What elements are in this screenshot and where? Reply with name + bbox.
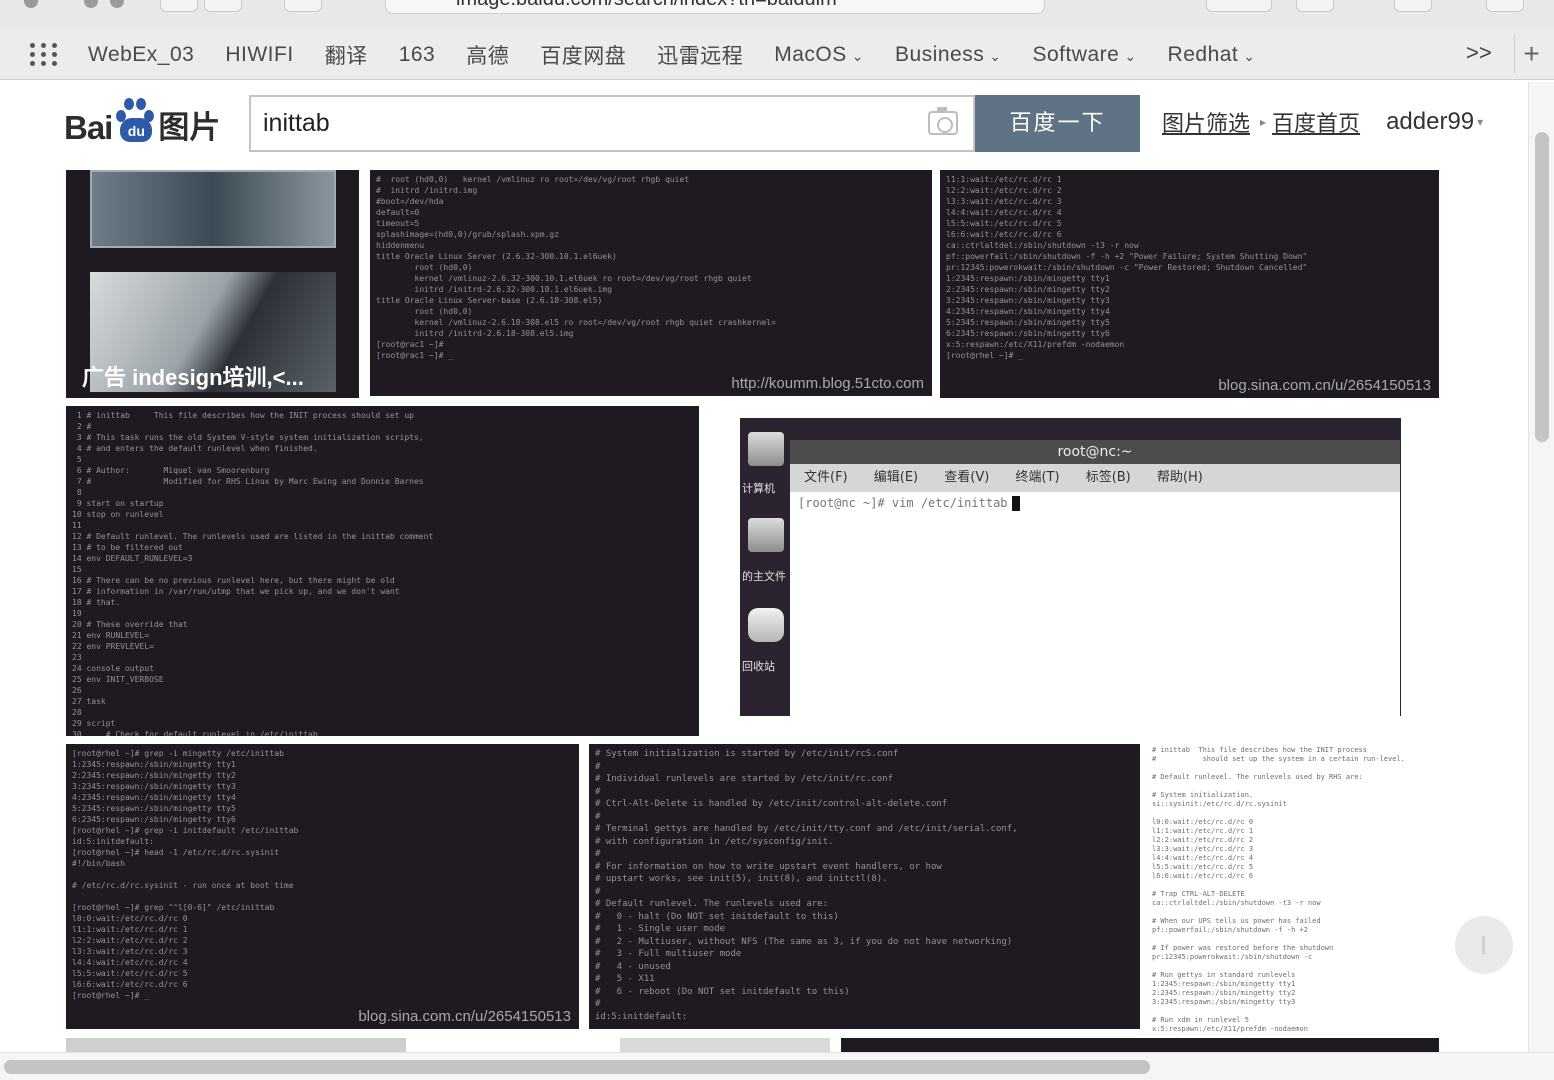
chevron-down-icon: ⌄ bbox=[1243, 47, 1256, 64]
terminal-title: root@nc:~ bbox=[790, 440, 1400, 464]
browser-window: image.baidu.com/search/index?tn=baiduim … bbox=[0, 0, 1554, 1080]
bookmark-item[interactable]: 百度网盘 bbox=[540, 40, 626, 70]
image-result[interactable]: [root@rhel ~]# grep -i mingetty /etc/ini… bbox=[66, 744, 579, 1029]
watermark: http://koumm.blog.51cto.com bbox=[731, 375, 924, 392]
horizontal-scrollbar[interactable] bbox=[0, 1052, 1554, 1080]
caret-right-icon: ▸ bbox=[1260, 115, 1267, 129]
image-result[interactable]: # System initialization is started by /e… bbox=[589, 744, 1140, 1029]
bookmark-item[interactable]: HIWIFI bbox=[225, 43, 293, 67]
watermark: blog.sina.com.cn/u/2654150513 bbox=[358, 1008, 571, 1025]
image-filter-link[interactable]: 图片筛选 bbox=[1162, 106, 1250, 138]
search-input[interactable] bbox=[251, 97, 911, 150]
bookmark-folder[interactable]: Business ⌄ bbox=[895, 43, 1001, 67]
bookmark-item[interactable]: 高德 bbox=[466, 40, 509, 70]
baidu-paw-icon: du bbox=[114, 96, 156, 148]
download-button[interactable] bbox=[1296, 0, 1334, 12]
chevron-down-icon: ⌄ bbox=[851, 47, 864, 64]
ad-thumbnail bbox=[90, 170, 336, 248]
back-button[interactable] bbox=[160, 0, 198, 12]
logo-pic-text: 图片 bbox=[158, 110, 221, 145]
address-text: image.baidu.com/search/index?tn=baiduim bbox=[456, 0, 837, 10]
header-links: 图片筛选 ▸ 百度首页 adder99 ▾ bbox=[1162, 106, 1483, 138]
bookmark-folder[interactable]: MacOS ⌄ bbox=[774, 43, 864, 67]
search-button[interactable]: 百度一下 bbox=[975, 95, 1140, 152]
bookmark-item[interactable]: WebEx_03 bbox=[88, 43, 194, 67]
feedback-button[interactable] bbox=[1455, 916, 1513, 974]
apps-grid-icon[interactable] bbox=[30, 42, 58, 67]
bookmark-item[interactable]: 翻译 bbox=[325, 40, 368, 70]
share-button[interactable] bbox=[1394, 0, 1432, 12]
bookmark-item[interactable]: 163 bbox=[399, 43, 436, 67]
bookmark-folder[interactable]: Redhat ⌄ bbox=[1168, 43, 1256, 67]
computer-icon bbox=[748, 432, 784, 466]
forward-button[interactable] bbox=[204, 0, 242, 12]
address-bar[interactable]: image.baidu.com/search/index?tn=baiduim bbox=[385, 0, 1045, 14]
chevron-down-icon: ▾ bbox=[1477, 115, 1484, 129]
tabs-button[interactable] bbox=[1486, 0, 1524, 12]
trash-icon bbox=[748, 608, 784, 642]
image-result[interactable]: 1 # inittab This file describes how the … bbox=[66, 406, 699, 736]
exclamation-icon bbox=[1482, 936, 1485, 954]
watermark: blog.sina.com.cn/u/2654150513 bbox=[1218, 377, 1431, 394]
user-menu[interactable]: adder99 bbox=[1386, 108, 1474, 136]
bookmarks-overflow-button[interactable]: >> bbox=[1466, 40, 1492, 66]
browser-toolbar: image.baidu.com/search/index?tn=baiduim bbox=[0, 0, 1554, 30]
image-result-partial[interactable] bbox=[620, 1038, 830, 1052]
desktop-sidebar: 计算机 的主文件 回收站 bbox=[740, 418, 790, 716]
window-max-dot[interactable] bbox=[110, 0, 124, 8]
bookmarks-bar: WebEx_03 HIWIFI 翻译 163 高德 百度网盘 迅雷远程 MacO… bbox=[0, 30, 1554, 80]
cursor-icon bbox=[1011, 496, 1020, 511]
chevron-down-icon: ⌄ bbox=[989, 47, 1002, 64]
image-result[interactable]: # root (hd0,0) kernel /vmlinuz ro root=/… bbox=[370, 170, 932, 396]
scrollbar-thumb[interactable] bbox=[4, 1060, 1150, 1074]
window-close-dot[interactable] bbox=[24, 0, 38, 8]
chevron-down-icon: ⌄ bbox=[1124, 47, 1137, 64]
reader-button[interactable] bbox=[1206, 0, 1272, 12]
bookmark-item[interactable]: 迅雷远程 bbox=[657, 40, 743, 70]
image-result[interactable]: l1:1:wait:/etc/rc.d/rc 1 l2:2:wait:/etc/… bbox=[940, 170, 1439, 398]
camera-icon[interactable] bbox=[928, 107, 958, 135]
image-result-ad[interactable]: 广告 indesign培训,<... bbox=[66, 170, 359, 398]
scrollbar-thumb[interactable] bbox=[1535, 132, 1549, 442]
terminal-body: [root@nc ~]# vim /etc/inittab bbox=[790, 492, 1400, 716]
baidu-home-link[interactable]: 百度首页 bbox=[1272, 106, 1360, 138]
new-tab-button[interactable]: + bbox=[1514, 34, 1548, 74]
ad-caption: 广告 indesign培训,<... bbox=[82, 365, 304, 390]
image-result[interactable]: # inittab This file describes how the IN… bbox=[1148, 744, 1440, 1033]
bookmark-folder[interactable]: Software ⌄ bbox=[1032, 43, 1136, 67]
terminal-menu: 文件(F) 编辑(E) 查看(V) 终端(T) 标签(B) 帮助(H) bbox=[790, 464, 1400, 492]
image-result-partial[interactable] bbox=[66, 1038, 406, 1052]
image-result-partial[interactable] bbox=[841, 1038, 1439, 1052]
folder-icon bbox=[748, 518, 784, 552]
sidebar-button[interactable] bbox=[284, 0, 322, 12]
terminal-prompt: [root@nc ~]# vim /etc/inittab bbox=[798, 496, 1008, 510]
baidu-image-logo[interactable]: Bai du 图片 bbox=[64, 92, 220, 148]
logo-text: Bai bbox=[64, 109, 113, 146]
window-min-dot[interactable] bbox=[84, 0, 98, 8]
search-box bbox=[249, 95, 975, 152]
vertical-scrollbar[interactable] bbox=[1528, 82, 1554, 1052]
